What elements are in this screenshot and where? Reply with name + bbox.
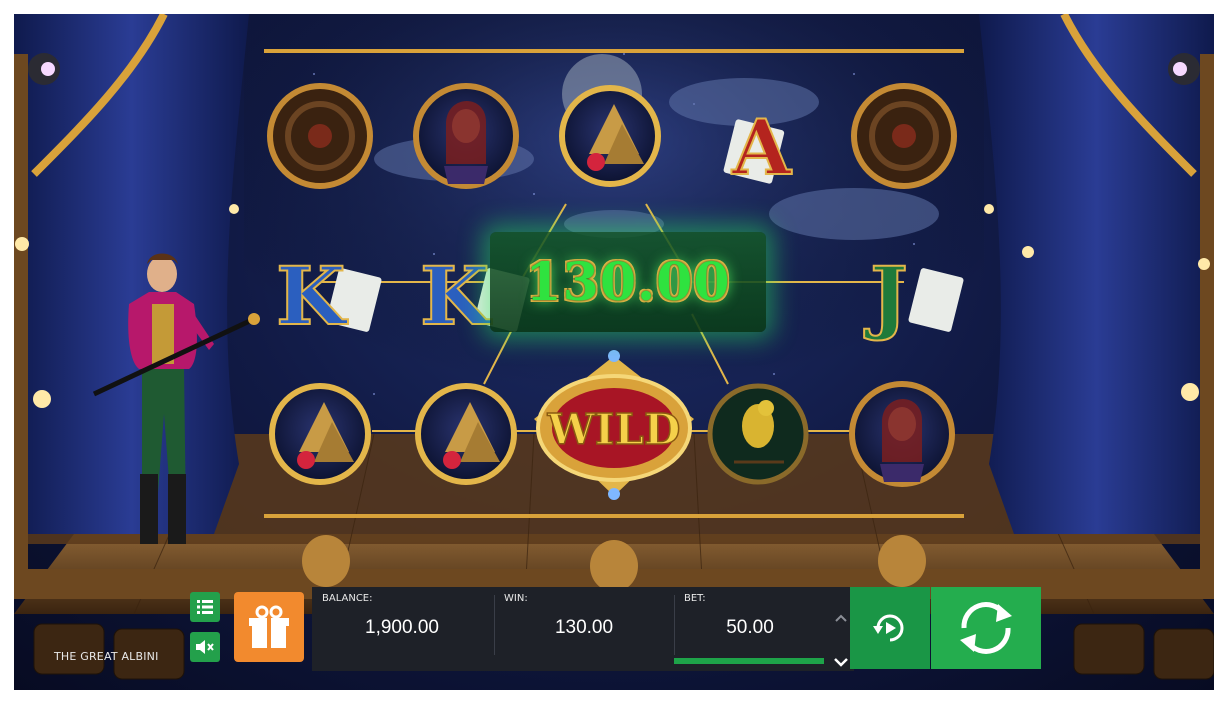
chevron-down-icon[interactable] xyxy=(834,658,848,667)
bet-label: BET: xyxy=(684,593,706,604)
symbol-letter-a: A xyxy=(723,102,793,193)
bet-level-bar xyxy=(674,658,824,664)
letter-a-text: A xyxy=(731,103,792,192)
symbol-target-1 xyxy=(267,83,373,189)
letter-k-text-1: K xyxy=(276,249,348,343)
symbol-wild: WILD xyxy=(534,350,694,500)
symbol-lady-1 xyxy=(413,83,519,189)
gift-icon xyxy=(249,605,289,648)
symbol-letter-j: J xyxy=(863,248,964,344)
list-menu-icon xyxy=(197,600,213,614)
autoplay-button[interactable] xyxy=(850,587,930,669)
stats-panel: BALANCE: 1,900.00 WIN: 130.00 BET: 50.00 xyxy=(312,587,854,671)
win-display: WIN: 130.00 xyxy=(494,587,674,671)
symbol-lady-2 xyxy=(849,381,955,487)
speaker-mute-icon xyxy=(196,640,214,654)
bet-value: 50.00 xyxy=(726,617,774,638)
symbol-target-2 xyxy=(851,83,957,189)
chevron-up-icon[interactable] xyxy=(835,614,847,622)
win-value: 130.00 xyxy=(554,617,614,638)
balance-display: BALANCE: 1,900.00 xyxy=(312,587,492,671)
symbol-cup-and-ball-1 xyxy=(269,383,371,485)
win-amount-text: 130.00 xyxy=(525,251,731,313)
spin-button[interactable] xyxy=(931,587,1041,669)
bonus-gift-button[interactable] xyxy=(234,592,304,662)
menu-button[interactable] xyxy=(190,592,220,622)
sound-button[interactable] xyxy=(190,632,220,662)
win-amount-banner: 130.00 xyxy=(490,232,766,332)
autoplay-icon xyxy=(873,614,904,642)
letter-j-text: J xyxy=(864,249,908,343)
symbol-canary xyxy=(707,383,809,485)
wild-label: WILD xyxy=(547,405,681,454)
symbol-letter-k-1: K xyxy=(275,248,382,344)
game-title: THE GREAT ALBINI xyxy=(54,650,159,663)
symbol-cup-and-ball-2 xyxy=(415,383,517,485)
balance-label: BALANCE: xyxy=(322,593,373,604)
spin-refresh-icon xyxy=(960,602,1012,654)
game-stage: A K K J WILD 130.00 THE GREAT ALBINI BAL… xyxy=(14,14,1214,690)
symbol-cup-and-ball-top xyxy=(559,85,661,187)
letter-k-text-2: K xyxy=(420,249,492,343)
win-label: WIN: xyxy=(504,593,528,604)
balance-value: 1,900.00 xyxy=(365,617,439,638)
